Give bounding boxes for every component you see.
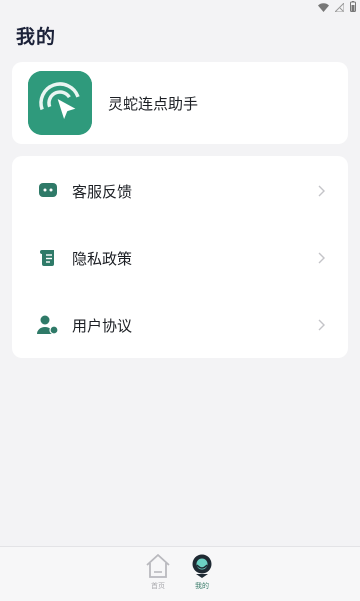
user-icon [36,313,60,337]
nav-label: 我的 [195,582,209,590]
status-bar [0,0,360,12]
bottom-nav: 首页 我的 [0,546,360,601]
status-icons [318,0,356,12]
menu-item-privacy[interactable]: 隐私政策 [12,225,348,291]
battery-icon [350,0,356,16]
chevron-right-icon [316,184,326,198]
nav-tab-mine[interactable]: 我的 [186,547,218,601]
menu-card: 客服反馈 隐私政策 用户协议 [12,156,348,358]
wifi-icon [318,0,329,16]
app-info-card: 灵蛇连点助手 [12,62,348,144]
nav-tab-home[interactable]: 首页 [142,547,174,601]
profile-icon [188,553,216,579]
home-icon [144,553,172,579]
page-title: 我的 [16,26,57,48]
no-signal-icon [333,0,345,16]
chat-icon [36,179,60,203]
chevron-right-icon [316,318,326,332]
menu-item-feedback[interactable]: 客服反馈 [12,158,348,224]
menu-item-label: 用户协议 [72,316,133,335]
app-name: 灵蛇连点助手 [108,94,199,113]
nav-label: 首页 [151,582,165,590]
menu-item-user-agreement[interactable]: 用户协议 [12,292,348,358]
scroll-icon [36,246,60,270]
app-logo-icon [28,71,92,135]
menu-item-label: 客服反馈 [72,182,133,201]
chevron-right-icon [316,251,326,265]
menu-item-label: 隐私政策 [72,249,133,268]
